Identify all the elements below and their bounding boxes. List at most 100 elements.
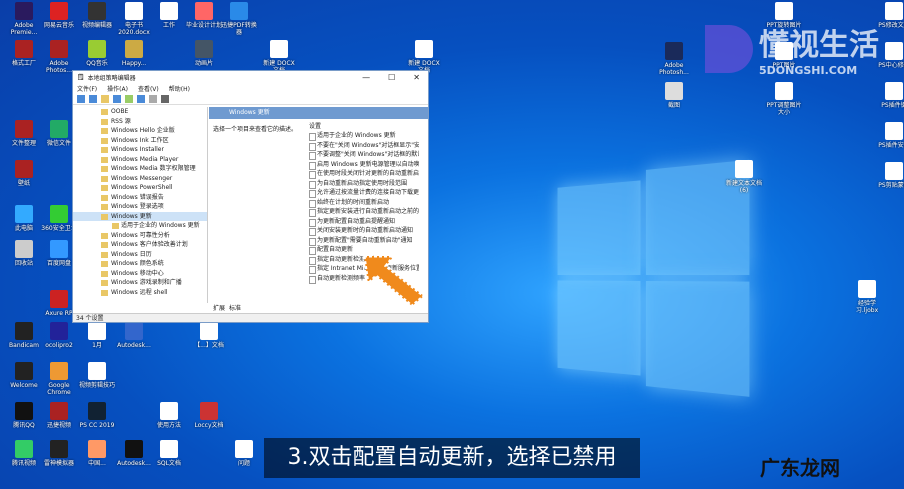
desktop-icon[interactable]: PS剪贴蒙版 bbox=[875, 162, 904, 189]
desktop-icon[interactable]: ocolipro2 bbox=[40, 322, 78, 349]
column-header-settings[interactable]: 设置 bbox=[309, 121, 321, 130]
title-bar[interactable]: 🗒 本地组策略编辑器 — ☐ ✕ bbox=[73, 71, 428, 83]
minimize-button[interactable]: — bbox=[362, 73, 370, 82]
tree-item[interactable]: RSS 源 bbox=[73, 117, 207, 127]
desktop-icon[interactable]: Loccy文档 bbox=[190, 402, 228, 429]
tree-item[interactable]: Windows Media Player bbox=[73, 155, 207, 165]
tree-item[interactable]: Windows 游戏录制和广播 bbox=[73, 278, 207, 288]
tree-item[interactable]: Windows 登录选项 bbox=[73, 202, 207, 212]
tree-item[interactable]: Windows Ink 工作区 bbox=[73, 136, 207, 146]
tree-item[interactable]: Windows 远程 shell bbox=[73, 288, 207, 298]
menu-help[interactable]: 帮助(H) bbox=[169, 84, 190, 93]
export-icon[interactable] bbox=[125, 94, 133, 103]
forward-icon[interactable] bbox=[89, 94, 97, 103]
back-icon[interactable] bbox=[77, 94, 85, 103]
desktop-icon[interactable]: SQL文档 bbox=[150, 440, 188, 467]
setting-item[interactable]: 适用于企业的 Windows 更新 bbox=[309, 131, 419, 141]
maximize-button[interactable]: ☐ bbox=[388, 73, 395, 82]
tree-item[interactable]: Windows Messenger bbox=[73, 174, 207, 184]
desktop-icon[interactable]: Adobe Photosh... bbox=[655, 42, 693, 76]
up-folder-icon[interactable] bbox=[101, 94, 109, 103]
desktop-icon[interactable]: Google Chrome bbox=[40, 362, 78, 396]
setting-item[interactable]: 不要在"关闭 Windows"对话框显示"安装更新并关机" bbox=[309, 141, 419, 150]
tree-item[interactable]: Windows Hello 企业版 bbox=[73, 126, 207, 136]
desktop-icon[interactable]: 迅捷视频 bbox=[40, 402, 78, 429]
setting-item[interactable]: 在使用时段关闭针对更新的自动重新启动 bbox=[309, 169, 419, 179]
filter-icon[interactable] bbox=[161, 94, 169, 103]
desktop-icon[interactable]: 经验学习.ljobx bbox=[848, 280, 886, 314]
tree-item[interactable]: Windows Installer bbox=[73, 145, 207, 155]
desktop-icon[interactable]: 工作 bbox=[150, 2, 188, 29]
desktop-icon[interactable]: Adobe Photos... bbox=[40, 40, 78, 74]
desktop-icon[interactable]: PS修改文字 bbox=[875, 2, 904, 29]
setting-item[interactable]: 启用 Windows 更新电源管理以自动唤醒系统 bbox=[309, 160, 419, 169]
tree-item[interactable]: Windows PowerShell bbox=[73, 183, 207, 193]
desktop-icon[interactable]: QQ音乐 bbox=[78, 40, 116, 67]
desktop-icon[interactable]: 新建 DOCX 文档 bbox=[260, 40, 298, 74]
setting-item[interactable]: 指定更新安装进行自动重新启动之前的期限 bbox=[309, 207, 419, 217]
desktop-icon[interactable]: Bandicam bbox=[5, 322, 43, 349]
tree-item[interactable]: 适用于企业的 Windows 更新 bbox=[73, 221, 207, 231]
setting-item[interactable]: 为自动重新启动指定使用时段范围 bbox=[309, 179, 419, 188]
tree-item[interactable]: Windows 颜色系统 bbox=[73, 259, 207, 269]
desktop-icon[interactable]: 截图 bbox=[655, 82, 693, 109]
show-hide-tree-icon[interactable] bbox=[113, 94, 121, 103]
desktop-icon[interactable]: 毕业设计计划 bbox=[185, 2, 223, 29]
setting-item[interactable]: 为更新配置"需要自动重新启动"通知 bbox=[309, 236, 419, 245]
desktop-icon[interactable]: 中国... bbox=[78, 440, 116, 467]
tree-item[interactable]: Windows 更新 bbox=[73, 211, 207, 221]
properties-icon[interactable] bbox=[149, 94, 157, 103]
tree-item[interactable]: Windows 错误报告 bbox=[73, 193, 207, 203]
desktop-icon[interactable]: 腾讯QQ bbox=[5, 402, 43, 429]
tree-item[interactable]: Windows 可靠性分析 bbox=[73, 231, 207, 241]
desktop-icon[interactable]: 雷神模拟器 bbox=[40, 440, 78, 467]
setting-item[interactable]: 允许通过按流量计费的连接自动下载更新 bbox=[309, 188, 419, 198]
desktop-icon[interactable]: Adobe Premie... bbox=[5, 2, 43, 36]
desktop-icon[interactable]: Autodesk... bbox=[115, 440, 153, 467]
tab-extended[interactable]: 扩展 bbox=[213, 303, 225, 312]
desktop-icon[interactable]: 使用方法 bbox=[150, 402, 188, 429]
desktop-icon[interactable]: 电子书2020.docx bbox=[115, 2, 153, 36]
desktop-icon[interactable]: 【...】文档 bbox=[190, 322, 228, 349]
app-icon bbox=[125, 40, 143, 58]
desktop-icon[interactable]: 视频剪辑技巧 bbox=[78, 362, 116, 389]
setting-item[interactable]: 不要调整"关闭 Windows"对话框的默认选项 bbox=[309, 150, 419, 160]
tab-standard[interactable]: 标准 bbox=[229, 303, 241, 312]
desktop-icon[interactable]: PS CC 2019 bbox=[78, 402, 116, 429]
close-button[interactable]: ✕ bbox=[413, 73, 420, 82]
desktop-icon[interactable]: Welcome bbox=[5, 362, 43, 389]
menu-view[interactable]: 查看(V) bbox=[138, 84, 159, 93]
desktop-icon[interactable]: PS中心修改 bbox=[875, 42, 904, 69]
tree-item[interactable]: Windows 日历 bbox=[73, 250, 207, 260]
tree-item[interactable]: OOBE bbox=[73, 107, 207, 117]
setting-item[interactable]: 关闭安装更新时的自动重新启动通知 bbox=[309, 226, 419, 236]
desktop-icon[interactable]: 1月 bbox=[78, 322, 116, 349]
desktop-icon[interactable]: 新建文本文档 (6) bbox=[725, 160, 763, 194]
desktop-icon[interactable]: 格式工厂 bbox=[5, 40, 43, 67]
desktop-icon[interactable]: 此电脑 bbox=[5, 205, 43, 232]
setting-item[interactable]: 为更新配置自动重启提醒通知 bbox=[309, 217, 419, 226]
desktop-icon[interactable]: 问题 bbox=[225, 440, 263, 467]
desktop-icon[interactable]: 视频编辑器 bbox=[78, 2, 116, 29]
desktop-icon[interactable]: 腾讯视频 bbox=[5, 440, 43, 467]
desktop-icon[interactable]: Happy... bbox=[115, 40, 153, 67]
desktop-icon[interactable]: 新建 DOCX 文档 bbox=[405, 40, 443, 74]
desktop-icon[interactable]: Autodesk... bbox=[115, 322, 153, 349]
tree-item[interactable]: Windows 移动中心 bbox=[73, 269, 207, 279]
desktop-icon[interactable]: 动画片 bbox=[185, 40, 223, 67]
menu-file[interactable]: 文件(F) bbox=[77, 84, 97, 93]
tree-item[interactable]: Windows Media 数字权限管理 bbox=[73, 164, 207, 174]
desktop-icon[interactable]: 回收站 bbox=[5, 240, 43, 267]
desktop-icon[interactable]: PS插件安装 bbox=[875, 122, 904, 149]
help-icon[interactable] bbox=[137, 94, 145, 103]
desktop-icon[interactable]: 文件整理 bbox=[5, 120, 43, 147]
menu-action[interactable]: 操作(A) bbox=[107, 84, 128, 93]
tree-item[interactable]: Windows 客户体验改善计划 bbox=[73, 240, 207, 250]
desktop-icon[interactable]: 网易云音乐 bbox=[40, 2, 78, 29]
desktop-icon[interactable]: PS插件键 bbox=[875, 82, 904, 109]
desktop-icon[interactable]: 迅捷PDF转换器 bbox=[220, 2, 258, 36]
desktop-icon[interactable]: PPT调整图片大小 bbox=[765, 82, 803, 116]
policy-tree[interactable]: OOBE RSS 源 Windows Hello 企业版 Windows Ink 工作… bbox=[73, 107, 208, 303]
desktop-icon[interactable]: 壁纸 bbox=[5, 160, 43, 187]
setting-item[interactable]: 始终在计划的时间重新启动 bbox=[309, 198, 419, 207]
